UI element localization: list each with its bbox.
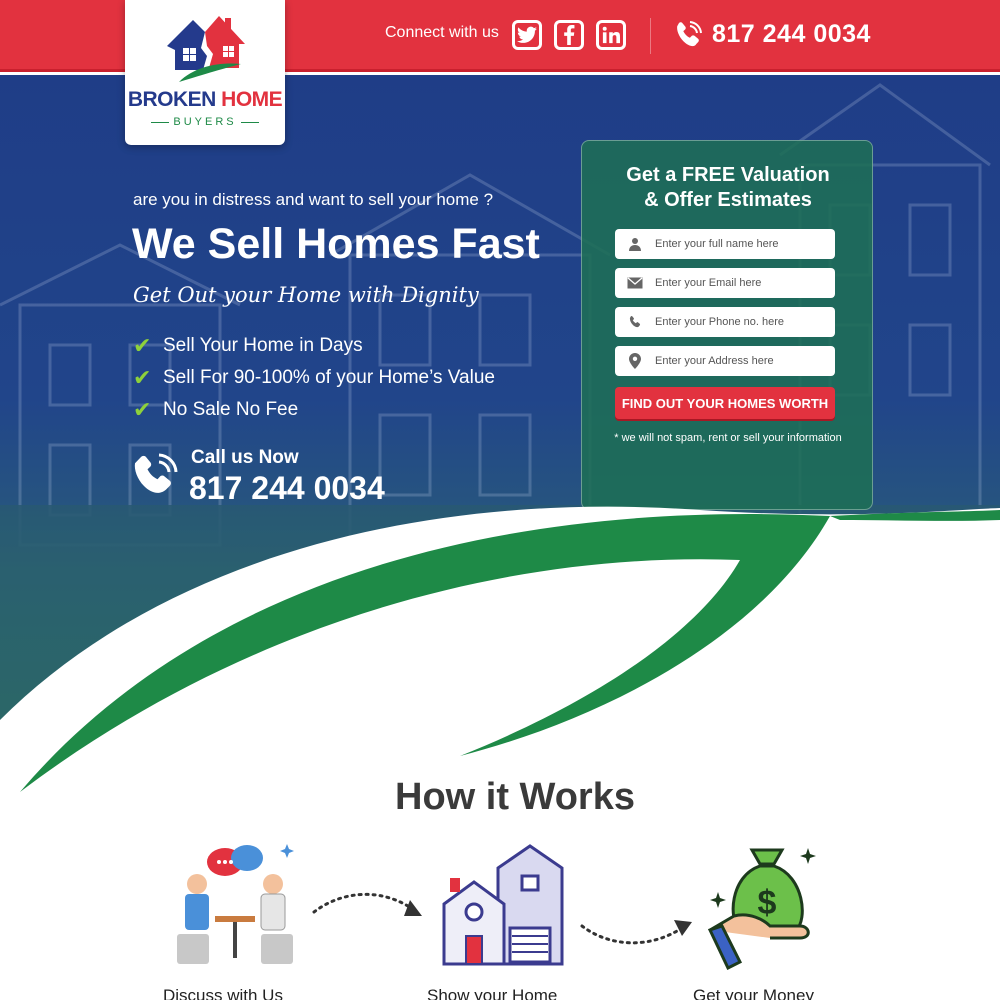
benefit-text: No Sale No Fee: [163, 399, 299, 420]
linkedin-icon[interactable]: [596, 20, 626, 50]
money-bag-icon: $: [707, 848, 816, 970]
user-icon: [615, 237, 655, 251]
checkmark-icon: ✔: [133, 397, 152, 422]
benefit-item: ✔ No Sale No Fee: [133, 397, 298, 423]
address-field[interactable]: [615, 346, 835, 376]
facebook-icon[interactable]: [554, 20, 584, 50]
phone-input[interactable]: [655, 316, 825, 328]
phone-icon: [677, 21, 702, 47]
logo-wordmark: BROKEN HOME: [125, 88, 285, 112]
call-us-label: Call us Now: [191, 447, 299, 468]
email-field[interactable]: [615, 268, 835, 298]
header-divider: [650, 18, 651, 54]
benefit-item: ✔ Sell Your Home in Days: [133, 333, 363, 359]
hero-script-subtitle: Get Out your Home with Dignity: [133, 283, 479, 307]
phone-field[interactable]: [615, 307, 835, 337]
house-icon: [442, 844, 564, 966]
connect-label: Connect with us: [385, 24, 499, 41]
envelope-icon: [615, 277, 655, 289]
discussion-icon: [177, 844, 294, 964]
logo[interactable]: BROKEN HOME BUYERS: [125, 0, 285, 145]
step-label: Show your Home: [427, 986, 558, 1000]
valuation-form: Get a FREE Valuation & Offer Estimates F…: [581, 140, 873, 510]
location-pin-icon: [615, 353, 655, 369]
house-logo-icon: [167, 16, 245, 82]
how-it-works-heading: How it Works: [395, 776, 635, 818]
svg-text:$: $: [758, 884, 777, 922]
step-label: Discuss with Us: [163, 986, 283, 1000]
benefit-text: Sell Your Home in Days: [163, 335, 363, 356]
full-name-field[interactable]: [615, 229, 835, 259]
benefit-item: ✔ Sell For 90-100% of your Home’s Value: [133, 365, 495, 391]
benefit-text: Sell For 90-100% of your Home’s Value: [163, 367, 495, 388]
hero-tagline: are you in distress and want to sell you…: [133, 190, 494, 209]
privacy-disclaimer: * we will not spam, rent or sell your in…: [614, 432, 842, 444]
address-input[interactable]: [655, 355, 825, 367]
form-title: Get a FREE Valuation & Offer Estimates: [582, 163, 874, 213]
logo-word-buyers: BUYERS: [173, 116, 237, 128]
full-name-input[interactable]: [655, 238, 825, 250]
checkmark-icon: ✔: [133, 365, 152, 390]
hero-headline: We Sell Homes Fast: [132, 220, 540, 268]
dotted-arrow-icon: [580, 920, 692, 945]
logo-subtitle: BUYERS: [125, 116, 285, 128]
dotted-arrow-icon: [312, 892, 422, 916]
phone-icon: [615, 315, 655, 329]
form-title-line2: & Offer Estimates: [644, 189, 812, 211]
header-phone-number[interactable]: 817 244 0034: [712, 20, 871, 49]
logo-word-home: HOME: [221, 88, 283, 111]
find-homes-worth-button[interactable]: FIND OUT YOUR HOMES WORTH: [615, 387, 835, 419]
green-swoosh-divider: [0, 506, 1000, 810]
email-input[interactable]: [655, 277, 825, 289]
step-label: Get your Money: [693, 986, 814, 1000]
checkmark-icon: ✔: [133, 333, 152, 358]
form-title-line1: Get a FREE Valuation: [626, 164, 830, 186]
logo-word-broken: BROKEN: [127, 88, 217, 111]
twitter-icon[interactable]: [512, 20, 542, 50]
